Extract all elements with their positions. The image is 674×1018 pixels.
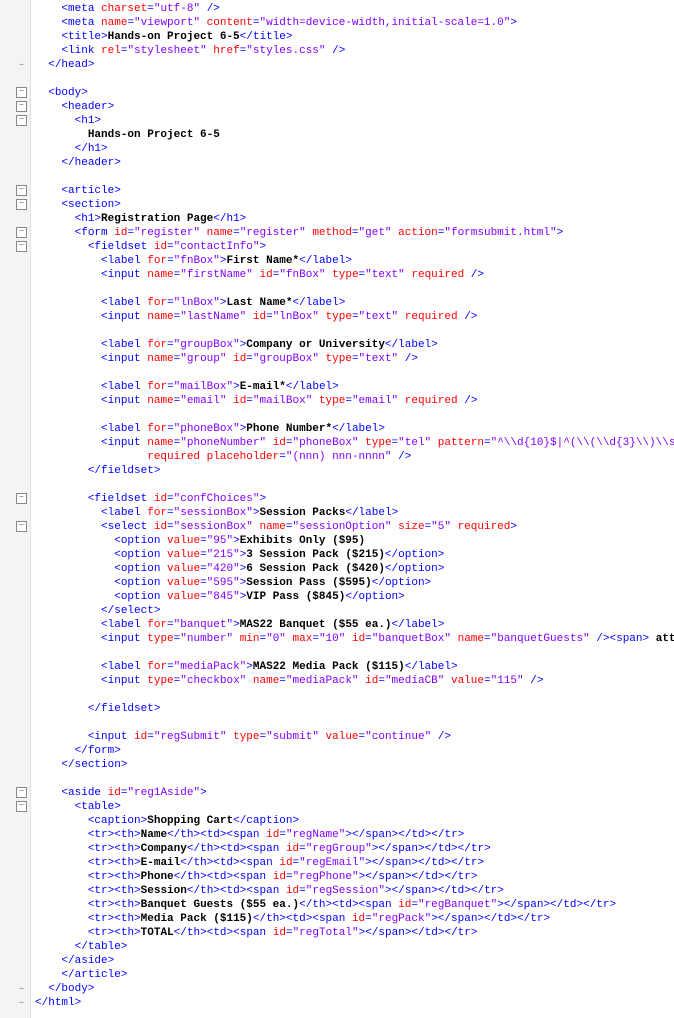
fold-toggle[interactable]: − bbox=[16, 101, 27, 112]
code-line[interactable]: <table> bbox=[35, 800, 674, 814]
code-line[interactable] bbox=[35, 716, 674, 730]
code-line[interactable] bbox=[35, 366, 674, 380]
code-line[interactable]: <tr><th>Media Pack ($115)</th><td><span … bbox=[35, 912, 674, 926]
code-line[interactable]: <aside id="reg1Aside"> bbox=[35, 786, 674, 800]
code-line[interactable]: <fieldset id="contactInfo"> bbox=[35, 240, 674, 254]
code-line[interactable]: <input name="lastName" id="lnBox" type="… bbox=[35, 310, 674, 324]
code-line[interactable]: <article> bbox=[35, 184, 674, 198]
code-line[interactable]: </body> bbox=[35, 982, 674, 996]
code-line[interactable] bbox=[35, 646, 674, 660]
code-line[interactable]: </h1> bbox=[35, 142, 674, 156]
code-line[interactable]: <input type="checkbox" name="mediaPack" … bbox=[35, 674, 674, 688]
code-line[interactable]: <tr><th>TOTAL</th><td><span id="regTotal… bbox=[35, 926, 674, 940]
fold-toggle[interactable]: − bbox=[16, 115, 27, 126]
fold-toggle[interactable]: − bbox=[16, 787, 27, 798]
code-line[interactable]: <option value="845">VIP Pass ($845)</opt… bbox=[35, 590, 674, 604]
code-line[interactable]: </table> bbox=[35, 940, 674, 954]
code-line[interactable]: </aside> bbox=[35, 954, 674, 968]
fold-toggle[interactable]: − bbox=[16, 199, 27, 210]
code-line[interactable]: <input name="phoneNumber" id="phoneBox" … bbox=[35, 436, 674, 450]
code-line[interactable]: <input name="email" id="mailBox" type="e… bbox=[35, 394, 674, 408]
code-line[interactable]: <option value="215">3 Session Pack ($215… bbox=[35, 548, 674, 562]
code-line[interactable]: </header> bbox=[35, 156, 674, 170]
code-line[interactable]: <tr><th>Phone</th><td><span id="regPhone… bbox=[35, 870, 674, 884]
code-line[interactable] bbox=[35, 282, 674, 296]
code-line[interactable]: <select id="sessionBox" name="sessionOpt… bbox=[35, 520, 674, 534]
code-line[interactable]: </section> bbox=[35, 758, 674, 772]
code-line[interactable]: <caption>Shopping Cart</caption> bbox=[35, 814, 674, 828]
code-line[interactable]: <tr><th>Company</th><td><span id="regGro… bbox=[35, 842, 674, 856]
code-editor-content[interactable]: <meta charset="utf-8" /> <meta name="vie… bbox=[31, 0, 674, 1018]
code-line[interactable]: <option value="95">Exhibits Only ($95) bbox=[35, 534, 674, 548]
code-line[interactable]: <label for="mediaPack">MAS22 Media Pack … bbox=[35, 660, 674, 674]
fold-toggle[interactable]: − bbox=[16, 493, 27, 504]
code-line[interactable]: </fieldset> bbox=[35, 702, 674, 716]
code-line[interactable]: </article> bbox=[35, 968, 674, 982]
code-line[interactable] bbox=[35, 72, 674, 86]
code-line[interactable] bbox=[35, 408, 674, 422]
code-line[interactable] bbox=[35, 170, 674, 184]
code-line[interactable] bbox=[35, 478, 674, 492]
code-line[interactable]: </html> bbox=[35, 996, 674, 1010]
code-line[interactable]: <label for="phoneBox">Phone Number*</lab… bbox=[35, 422, 674, 436]
code-line[interactable]: <input name="firstName" id="fnBox" type=… bbox=[35, 268, 674, 282]
code-line[interactable]: <h1> bbox=[35, 114, 674, 128]
fold-toggle[interactable]: − bbox=[16, 87, 27, 98]
fold-toggle[interactable]: − bbox=[16, 241, 27, 252]
code-line[interactable]: Hands-on Project 6-5 bbox=[35, 128, 674, 142]
code-line[interactable]: <label for="fnBox">First Name*</label> bbox=[35, 254, 674, 268]
code-line[interactable]: </head> bbox=[35, 58, 674, 72]
code-line[interactable] bbox=[35, 324, 674, 338]
code-line[interactable]: <fieldset id="confChoices"> bbox=[35, 492, 674, 506]
code-line[interactable]: <h1>Registration Page</h1> bbox=[35, 212, 674, 226]
code-line[interactable]: <tr><th>Name</th><td><span id="regName">… bbox=[35, 828, 674, 842]
code-line[interactable]: <label for="lnBox">Last Name*</label> bbox=[35, 296, 674, 310]
code-line[interactable]: <input name="group" id="groupBox" type="… bbox=[35, 352, 674, 366]
code-line[interactable] bbox=[35, 772, 674, 786]
code-line[interactable]: <tr><th>E-mail</th><td><span id="regEmai… bbox=[35, 856, 674, 870]
code-line[interactable] bbox=[35, 688, 674, 702]
code-line[interactable]: <option value="420">6 Session Pack ($420… bbox=[35, 562, 674, 576]
code-line[interactable]: <section> bbox=[35, 198, 674, 212]
code-line[interactable]: <tr><th>Session</th><td><span id="regSes… bbox=[35, 884, 674, 898]
code-line[interactable]: </form> bbox=[35, 744, 674, 758]
code-line[interactable]: <tr><th>Banquet Guests ($55 ea.)</th><td… bbox=[35, 898, 674, 912]
code-line[interactable]: <form id="register" name="register" meth… bbox=[35, 226, 674, 240]
fold-toggle[interactable]: − bbox=[16, 521, 27, 532]
code-line[interactable]: <label for="mailBox">E-mail*</label> bbox=[35, 380, 674, 394]
code-line[interactable]: <link rel="stylesheet" href="styles.css"… bbox=[35, 44, 674, 58]
fold-end-marker: – bbox=[17, 997, 26, 1006]
code-line[interactable]: <header> bbox=[35, 100, 674, 114]
code-line[interactable]: <body> bbox=[35, 86, 674, 100]
code-line[interactable]: <label for="sessionBox">Session Packs</l… bbox=[35, 506, 674, 520]
fold-toggle[interactable]: − bbox=[16, 227, 27, 238]
code-line[interactable]: <meta charset="utf-8" /> bbox=[35, 2, 674, 16]
code-line[interactable]: <label for="banquet">MAS22 Banquet ($55 … bbox=[35, 618, 674, 632]
code-line[interactable]: </fieldset> bbox=[35, 464, 674, 478]
code-line[interactable]: <title>Hands-on Project 6-5</title> bbox=[35, 30, 674, 44]
code-line[interactable]: required placeholder="(nnn) nnn-nnnn" /> bbox=[35, 450, 674, 464]
fold-end-marker: – bbox=[17, 59, 26, 68]
fold-end-marker: – bbox=[17, 983, 26, 992]
code-line[interactable]: <input id="regSubmit" type="submit" valu… bbox=[35, 730, 674, 744]
code-line[interactable]: </select> bbox=[35, 604, 674, 618]
fold-toggle[interactable]: − bbox=[16, 185, 27, 196]
code-line[interactable]: <meta name="viewport" content="width=dev… bbox=[35, 16, 674, 30]
code-line[interactable]: <option value="595">Session Pass ($595)<… bbox=[35, 576, 674, 590]
code-line[interactable]: <input type="number" min="0" max="10" id… bbox=[35, 632, 674, 646]
fold-toggle[interactable]: − bbox=[16, 801, 27, 812]
code-line[interactable]: <label for="groupBox">Company or Univers… bbox=[35, 338, 674, 352]
fold-gutter: – − − − − − − − − − − − – – bbox=[0, 0, 31, 1018]
